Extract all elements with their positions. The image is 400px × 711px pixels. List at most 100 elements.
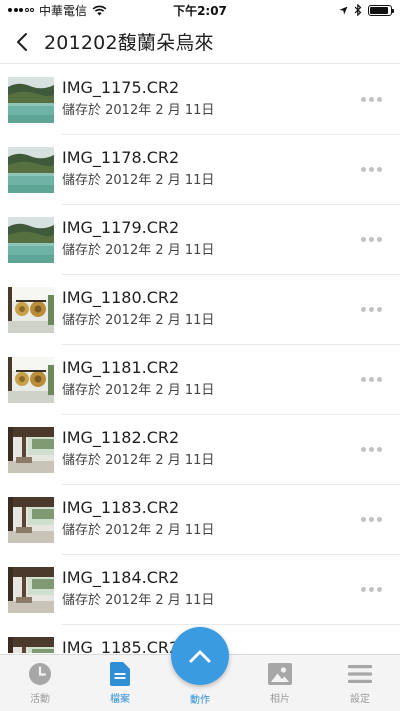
file-thumbnail[interactable] <box>8 287 54 333</box>
file-thumbnail[interactable] <box>8 427 54 473</box>
file-list[interactable]: IMG_1175.CR2 儲存於 2012年 2 月 11日 IMG_1178.CR… <box>0 65 400 653</box>
nav-header: 201202馥蘭朵烏來 <box>0 20 400 64</box>
tab-settings[interactable]: 設定 <box>320 655 400 711</box>
more-dot-icon <box>361 167 366 172</box>
file-saved-date: 儲存於 2012年 2 月 11日 <box>62 453 215 468</box>
file-thumbnail[interactable] <box>8 497 54 543</box>
more-options-button[interactable] <box>361 373 382 386</box>
thumbnail-image <box>8 147 54 193</box>
file-name: IMG_1184.CR2 <box>62 568 180 587</box>
thumbnail-image <box>8 217 54 263</box>
more-dot-icon <box>369 517 374 522</box>
file-text: IMG_1181.CR2 儲存於 2012年 2 月 11日 <box>62 358 214 400</box>
file-row[interactable]: IMG_1182.CR2 儲存於 2012年 2 月 11日 <box>0 415 400 485</box>
more-dot-icon <box>377 377 382 382</box>
file-icon <box>110 662 130 686</box>
more-options-button[interactable] <box>361 303 382 316</box>
more-dot-icon <box>369 587 374 592</box>
carrier-name: 中華電信 <box>39 3 88 18</box>
file-saved-date: 儲存於 2012年 2 月 11日 <box>62 173 215 188</box>
tab-photos[interactable]: 相片 <box>240 655 320 711</box>
bluetooth-icon <box>354 4 362 16</box>
file-text: IMG_1183.CR2 儲存於 2012年 2 月 11日 <box>62 498 214 540</box>
file-thumbnail[interactable] <box>8 77 54 123</box>
more-dot-icon <box>377 517 382 522</box>
file-thumbnail[interactable] <box>8 567 54 613</box>
battery-icon <box>368 4 394 16</box>
chevron-left-icon <box>17 32 27 51</box>
file-saved-date: 儲存於 2012年 2 月 11日 <box>62 593 215 608</box>
file-name: IMG_1185.CR2 <box>62 638 180 653</box>
location-arrow-icon <box>339 5 348 15</box>
status-right <box>339 4 394 16</box>
thumbnail-image <box>8 497 54 543</box>
file-name: IMG_1181.CR2 <box>62 358 180 377</box>
more-dot-icon <box>369 307 374 312</box>
file-row[interactable]: IMG_1184.CR2 儲存於 2012年 2 月 11日 <box>0 555 400 625</box>
cell-signal-icon <box>8 8 34 12</box>
file-name: IMG_1180.CR2 <box>62 288 180 307</box>
thumbnail-image <box>8 637 54 653</box>
more-options-button[interactable] <box>361 513 382 526</box>
file-saved-date: 儲存於 2012年 2 月 11日 <box>62 103 215 118</box>
file-text: IMG_1184.CR2 儲存於 2012年 2 月 11日 <box>62 568 214 610</box>
more-dot-icon <box>369 377 374 382</box>
more-dot-icon <box>377 237 382 242</box>
file-name: IMG_1183.CR2 <box>62 498 180 517</box>
file-saved-date: 儲存於 2012年 2 月 11日 <box>62 243 215 258</box>
status-left: 中華電信 <box>8 2 107 19</box>
more-options-button[interactable] <box>361 233 382 246</box>
thumbnail-image <box>8 287 54 333</box>
file-thumbnail[interactable] <box>8 357 54 403</box>
file-saved-date: 儲存於 2012年 2 月 11日 <box>62 523 215 538</box>
thumbnail-image <box>8 77 54 123</box>
file-row[interactable]: IMG_1178.CR2 儲存於 2012年 2 月 11日 <box>0 135 400 205</box>
file-thumbnail[interactable] <box>8 147 54 193</box>
file-row[interactable]: IMG_1181.CR2 儲存於 2012年 2 月 11日 <box>0 345 400 415</box>
clock-icon <box>29 663 51 685</box>
more-dot-icon <box>369 447 374 452</box>
more-options-button[interactable] <box>361 93 382 106</box>
battery-fill <box>370 6 388 14</box>
file-name: IMG_1182.CR2 <box>62 428 180 447</box>
file-saved-date: 儲存於 2012年 2 月 11日 <box>62 383 215 398</box>
thumbnail-image <box>8 427 54 473</box>
thumbnail-image <box>8 567 54 613</box>
file-text: IMG_1175.CR2 儲存於 2012年 2 月 11日 <box>62 78 214 120</box>
file-name: IMG_1178.CR2 <box>62 148 180 167</box>
page-title: 201202馥蘭朵烏來 <box>44 32 214 54</box>
file-thumbnail[interactable] <box>8 637 54 653</box>
tab-photos-label: 相片 <box>270 694 290 705</box>
more-dot-icon <box>361 587 366 592</box>
file-row[interactable]: IMG_1179.CR2 儲存於 2012年 2 月 11日 <box>0 205 400 275</box>
more-options-button[interactable] <box>361 443 382 456</box>
action-fab-button[interactable] <box>171 627 229 685</box>
tab-actions-label: 動作 <box>190 695 210 706</box>
more-dot-icon <box>377 307 382 312</box>
file-row[interactable]: IMG_1183.CR2 儲存於 2012年 2 月 11日 <box>0 485 400 555</box>
file-text: IMG_1178.CR2 儲存於 2012年 2 月 11日 <box>62 148 214 190</box>
more-dot-icon <box>377 587 382 592</box>
tab-files[interactable]: 檔案 <box>80 655 160 711</box>
more-dot-icon <box>361 447 366 452</box>
more-options-button[interactable] <box>361 583 382 596</box>
more-dot-icon <box>369 237 374 242</box>
back-button[interactable] <box>0 20 44 64</box>
tab-activity[interactable]: 活動 <box>0 655 80 711</box>
more-dot-icon <box>377 97 382 102</box>
file-thumbnail[interactable] <box>8 217 54 263</box>
tab-settings-label: 設定 <box>350 694 370 705</box>
file-row[interactable]: IMG_1175.CR2 儲存於 2012年 2 月 11日 <box>0 65 400 135</box>
more-dot-icon <box>361 307 366 312</box>
photo-icon <box>268 663 292 685</box>
more-options-button[interactable] <box>361 163 382 176</box>
wifi-icon <box>92 5 107 15</box>
file-text: IMG_1185.CR2 <box>62 638 179 653</box>
file-row[interactable]: IMG_1180.CR2 儲存於 2012年 2 月 11日 <box>0 275 400 345</box>
more-dot-icon <box>361 517 366 522</box>
file-name: IMG_1175.CR2 <box>62 78 180 97</box>
file-saved-date: 儲存於 2012年 2 月 11日 <box>62 313 215 328</box>
tab-files-label: 檔案 <box>110 694 130 705</box>
chevron-up-icon <box>189 650 211 663</box>
file-text: IMG_1180.CR2 儲存於 2012年 2 月 11日 <box>62 288 214 330</box>
